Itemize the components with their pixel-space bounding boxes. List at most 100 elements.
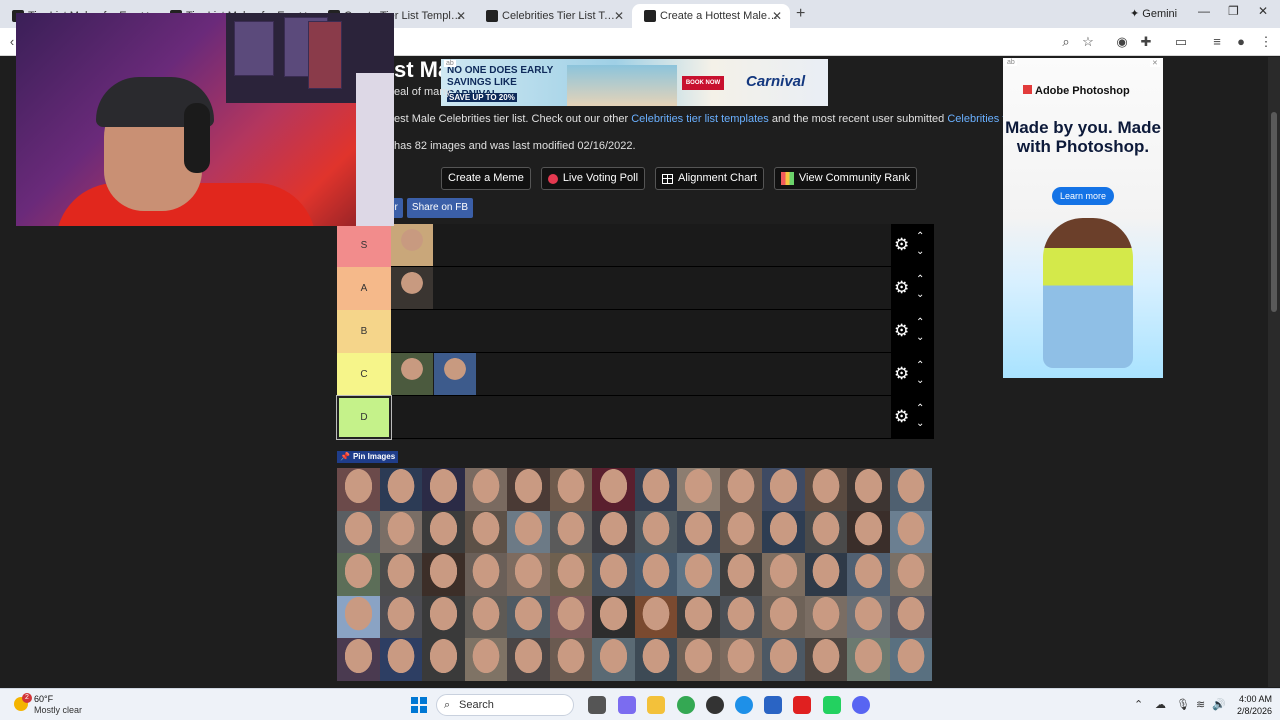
pin-images-button[interactable]: 📌 Pin Images (337, 451, 399, 463)
gear-icon[interactable]: ⚙ (894, 408, 909, 426)
pool-image[interactable] (804, 638, 847, 681)
chevron-up-icon[interactable]: ⌃ (916, 404, 924, 414)
wifi-icon[interactable]: ≋ (1196, 698, 1205, 711)
close-icon[interactable]: ✕ (614, 4, 624, 28)
file-explorer-icon[interactable] (647, 696, 665, 714)
pool-image[interactable] (464, 510, 507, 553)
tier-label[interactable]: D (336, 395, 392, 440)
store-icon[interactable] (764, 696, 782, 714)
pool-image[interactable] (677, 638, 720, 681)
bookmark-star-icon[interactable]: ☆ (1080, 34, 1096, 50)
puzzle-icon[interactable]: ✚ (1138, 34, 1154, 50)
pool-image[interactable] (337, 638, 380, 681)
pool-image[interactable] (379, 638, 422, 681)
ad-cta-button[interactable]: BOOK NOW (682, 76, 724, 90)
menu-lines-icon[interactable]: ≡ (1209, 34, 1225, 50)
chevron-down-icon[interactable]: ⌄ (916, 376, 924, 386)
tier-image[interactable] (391, 353, 433, 395)
chevron-up-icon[interactable]: ⌃ (916, 361, 924, 371)
scroll-thumb[interactable] (1271, 112, 1277, 312)
pool-image[interactable] (889, 468, 932, 511)
maximize-button[interactable]: ❐ (1228, 4, 1239, 18)
pool-image[interactable] (634, 638, 677, 681)
tier-image[interactable] (434, 353, 476, 395)
learn-more-button[interactable]: Learn more (1052, 187, 1114, 205)
pool-image[interactable] (889, 553, 932, 596)
pool-image[interactable] (592, 553, 635, 596)
pool-image[interactable] (634, 595, 677, 638)
pool-image[interactable] (379, 553, 422, 596)
tier-items-dropzone[interactable] (391, 396, 934, 438)
pool-image[interactable] (379, 468, 422, 511)
new-tab-button[interactable]: + (796, 5, 805, 23)
copilot-icon[interactable] (618, 696, 636, 714)
pool-image[interactable] (549, 638, 592, 681)
pool-image[interactable] (464, 595, 507, 638)
zoom-icon[interactable]: ⌕ (1058, 34, 1074, 50)
pool-image[interactable] (719, 468, 762, 511)
pool-image[interactable] (507, 595, 550, 638)
pool-image[interactable] (337, 510, 380, 553)
gear-icon[interactable]: ⚙ (894, 279, 909, 297)
community-rank-button[interactable]: View Community Rank (773, 167, 917, 190)
pool-image[interactable] (634, 510, 677, 553)
pool-image[interactable] (677, 595, 720, 638)
browser-tab[interactable]: Celebrities Tier List Templates ✕ (474, 4, 632, 28)
photoshop-ad[interactable]: Adobe Photoshop Made by you. Made with P… (1003, 58, 1163, 378)
pool-image[interactable] (847, 638, 890, 681)
alignment-chart-button[interactable]: Alignment Chart (655, 167, 764, 190)
pool-image[interactable] (592, 638, 635, 681)
tier-label[interactable]: B (337, 310, 391, 353)
tier-image[interactable] (391, 267, 433, 309)
chrome-icon[interactable] (677, 696, 695, 714)
pool-image[interactable] (337, 595, 380, 638)
pool-image[interactable] (847, 510, 890, 553)
tier-items-dropzone[interactable] (391, 224, 934, 266)
gear-icon[interactable]: ⚙ (894, 365, 909, 383)
streaming-app-icon[interactable] (823, 696, 841, 714)
tier-items-dropzone[interactable] (391, 310, 934, 352)
pool-image[interactable] (719, 510, 762, 553)
pool-image[interactable] (762, 595, 805, 638)
edge-icon[interactable] (735, 696, 753, 714)
youtube-icon[interactable] (793, 696, 811, 714)
tier-items-dropzone[interactable] (391, 267, 934, 309)
more-vert-icon[interactable]: ⋮ (1258, 34, 1274, 50)
chevron-up-icon[interactable]: ⌃ (916, 232, 924, 242)
discord-icon[interactable] (852, 696, 870, 714)
carnival-ad-banner[interactable]: NO ONE DOES EARLY SAVINGS LIKE CARNIVAL … (441, 59, 828, 106)
pool-image[interactable] (507, 468, 550, 511)
windows-start-icon[interactable] (411, 697, 427, 713)
pool-image[interactable] (422, 468, 465, 511)
pool-image[interactable] (464, 638, 507, 681)
pool-image[interactable] (379, 510, 422, 553)
chevron-down-icon[interactable]: ⌄ (916, 247, 924, 257)
tier-label[interactable]: C (337, 353, 391, 396)
ad-choices-icon[interactable]: ab (444, 60, 456, 67)
gemini-button[interactable]: ✦ Gemini (1122, 5, 1185, 23)
system-clock[interactable]: 4:00 AM 2/8/2026 (1222, 693, 1272, 717)
pool-image[interactable] (719, 638, 762, 681)
celebrities-templates-link[interactable]: Celebrities tier list templates (631, 113, 769, 125)
pool-image[interactable] (507, 510, 550, 553)
pool-image[interactable] (592, 595, 635, 638)
pool-image[interactable] (422, 553, 465, 596)
page-scrollbar[interactable] (1268, 57, 1280, 687)
tier-label[interactable]: S (337, 224, 391, 267)
pool-image[interactable] (719, 553, 762, 596)
chevron-down-icon[interactable]: ⌄ (916, 290, 924, 300)
pool-image[interactable] (804, 553, 847, 596)
chevron-up-icon[interactable]: ⌃ (1134, 698, 1143, 711)
pool-image[interactable] (677, 468, 720, 511)
pool-image[interactable] (464, 553, 507, 596)
pool-image[interactable] (422, 638, 465, 681)
pool-image[interactable] (422, 595, 465, 638)
pool-image[interactable] (889, 595, 932, 638)
tier-label[interactable]: A (337, 267, 391, 310)
pool-image[interactable] (762, 638, 805, 681)
network-icon[interactable]: ☁ (1155, 698, 1166, 711)
gear-icon[interactable]: ⚙ (894, 236, 909, 254)
pool-image[interactable] (762, 553, 805, 596)
pool-image[interactable] (549, 510, 592, 553)
pool-image[interactable] (337, 553, 380, 596)
